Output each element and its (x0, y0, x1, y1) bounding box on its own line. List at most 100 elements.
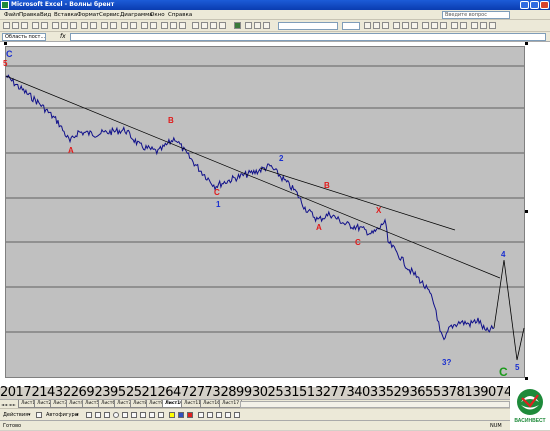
text-color-icon[interactable] (489, 22, 496, 29)
legend-icon[interactable] (170, 22, 177, 29)
align-center-icon[interactable] (402, 22, 409, 29)
redo-icon[interactable] (90, 22, 97, 29)
menu-tools[interactable]: Сервис (99, 10, 120, 20)
vasinvest-logo-icon (517, 389, 543, 415)
menu-format[interactable]: Формат (77, 10, 99, 20)
menu-view[interactable]: Вид (40, 10, 51, 20)
bold-format-icon[interactable] (364, 22, 371, 29)
fx-icon[interactable]: fx (60, 32, 66, 42)
help-question-input[interactable]: Введите вопрос (442, 11, 510, 19)
wave-label: A (68, 146, 74, 155)
wordart-icon[interactable] (131, 412, 137, 418)
font-color-icon[interactable] (245, 22, 252, 29)
selection-handle[interactable] (525, 42, 528, 45)
minimize-button[interactable] (520, 1, 529, 9)
sort-icon[interactable] (110, 22, 117, 29)
rectangle-tool-icon[interactable] (104, 412, 110, 418)
outdent-icon[interactable] (460, 22, 467, 29)
chart-type-icon[interactable] (161, 22, 168, 29)
percent-icon[interactable] (431, 22, 438, 29)
angle-text-up-icon[interactable] (219, 22, 226, 29)
excel-window: Microsoft Excel - Волны брент Файл Правк… (0, 0, 550, 430)
green-fill-icon[interactable] (234, 22, 241, 29)
wave-label: 4 (501, 250, 506, 259)
italic-format-icon[interactable] (373, 22, 380, 29)
name-box[interactable]: Область пост... (2, 33, 46, 41)
shadow-style-icon[interactable] (225, 412, 231, 418)
wave-projection-line (493, 259, 525, 361)
chart-wizard-icon[interactable] (121, 22, 128, 29)
select-objects-icon[interactable] (36, 412, 42, 418)
currency-icon[interactable] (422, 22, 429, 29)
line-tool-icon[interactable] (86, 412, 92, 418)
x-axis-tick-label: 3781 (441, 385, 473, 400)
arrow-tool-icon[interactable] (95, 412, 101, 418)
paste-icon[interactable] (70, 22, 77, 29)
underline-icon[interactable] (382, 22, 389, 29)
align-right-icon[interactable] (411, 22, 418, 29)
close-button[interactable] (540, 1, 549, 9)
x-axis-tick-label: 2395 (94, 385, 127, 400)
diagram-icon[interactable] (140, 412, 146, 418)
horizontal-scrollbar[interactable] (240, 401, 510, 408)
sum-icon[interactable] (101, 22, 108, 29)
indent-icon[interactable] (451, 22, 458, 29)
chart-area[interactable]: C C 5 A B C 1 2 A B C X 3? 4 5 2017 2143 2269 2395 2521 2… (0, 42, 550, 399)
arrow-style-icon[interactable] (216, 412, 222, 418)
fill-color-draw-icon[interactable] (169, 412, 175, 418)
selection-handle[interactable] (525, 377, 528, 380)
sheet-tab[interactable]: Лист17 (219, 400, 243, 408)
print-icon[interactable] (32, 22, 39, 29)
menu-insert[interactable]: Вставка (54, 10, 77, 20)
vasinvest-logo: ВАСИНВЕСТ (510, 386, 550, 430)
preview-icon[interactable] (41, 22, 48, 29)
3d-style-icon[interactable] (234, 412, 240, 418)
comma-icon[interactable] (440, 22, 447, 29)
line-style-icon[interactable] (198, 412, 204, 418)
oval-tool-icon[interactable] (113, 412, 119, 418)
copy-icon[interactable] (61, 22, 68, 29)
selection-handle[interactable] (525, 210, 528, 213)
clipart-icon[interactable] (149, 412, 155, 418)
cut-icon[interactable] (52, 22, 59, 29)
menu-help[interactable]: Справка (168, 10, 192, 20)
font-size-select[interactable] (342, 22, 360, 30)
line-color-draw-icon[interactable] (178, 412, 184, 418)
maximize-button[interactable] (530, 1, 539, 9)
document-window-buttons (526, 11, 548, 26)
data-table-icon[interactable] (179, 22, 186, 29)
by-row-icon[interactable] (192, 22, 199, 29)
save-icon[interactable] (21, 22, 28, 29)
menu-bar: Файл Правка Вид Вставка Формат Сервис Ди… (0, 10, 550, 26)
menu-chart[interactable]: Диаграмма (120, 10, 153, 20)
undo-icon[interactable] (81, 22, 88, 29)
help-icon[interactable] (150, 22, 157, 29)
menu-edit[interactable]: Правка (19, 10, 40, 20)
font-name-select[interactable] (278, 22, 338, 30)
menu-window[interactable]: Окно (150, 10, 165, 20)
x-axis-tick-label: 3655 (409, 385, 442, 400)
x-axis-tick-label: 3151 (283, 385, 316, 400)
new-file-icon[interactable] (3, 22, 10, 29)
dash-style-icon[interactable] (207, 412, 213, 418)
sheet-nav-arrows[interactable]: ◄◄ ◄ ► ►► (1, 401, 17, 414)
corner-wave-label-bottom: C (499, 365, 508, 379)
align-left-icon[interactable] (393, 22, 400, 29)
drawing-icon[interactable] (130, 22, 137, 29)
font-color-draw-icon[interactable] (187, 412, 193, 418)
menu-file[interactable]: Файл (4, 10, 19, 20)
by-column-icon[interactable] (201, 22, 208, 29)
fill-color-icon[interactable] (480, 22, 487, 29)
bold-icon[interactable] (254, 22, 261, 29)
trendline-short (259, 167, 456, 231)
x-axis-tick-label: 3277 (315, 385, 347, 400)
borders-icon[interactable] (471, 22, 478, 29)
zoom-icon[interactable] (141, 22, 148, 29)
picture-icon[interactable] (158, 412, 164, 418)
italic-icon[interactable] (263, 22, 270, 29)
open-file-icon[interactable] (12, 22, 19, 29)
selection-handle[interactable] (4, 42, 7, 45)
textbox-tool-icon[interactable] (122, 412, 128, 418)
formula-input[interactable] (70, 33, 546, 41)
angle-text-icon[interactable] (210, 22, 217, 29)
